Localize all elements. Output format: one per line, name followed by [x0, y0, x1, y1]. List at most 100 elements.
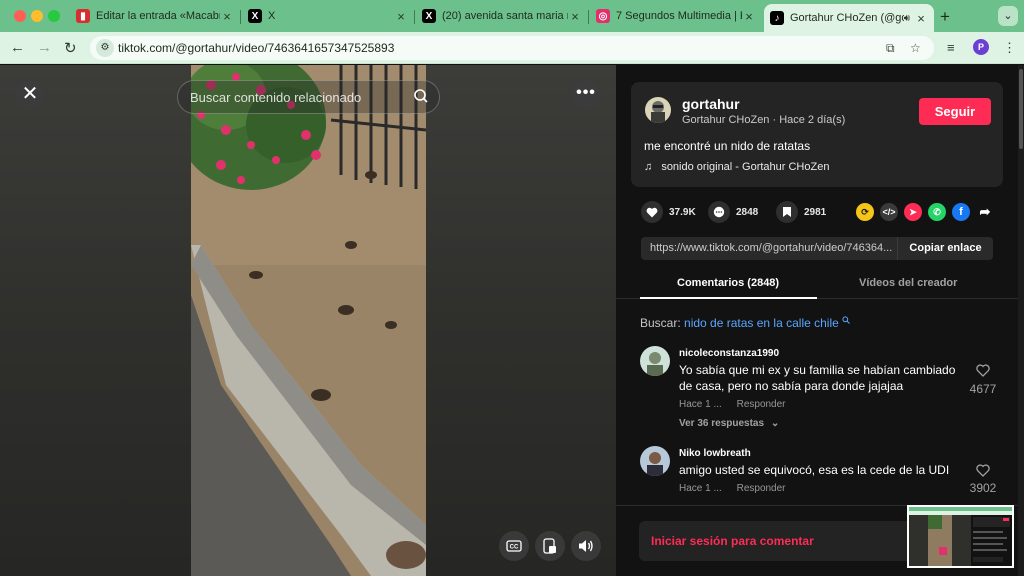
facebook-icon[interactable]: f [952, 203, 970, 221]
author-avatar[interactable] [645, 97, 671, 123]
macabro-favicon: ▮ [76, 9, 90, 23]
reply-button[interactable]: Responder [737, 399, 786, 410]
close-icon[interactable]: × [394, 9, 408, 24]
browser-toolbar: ← → ↻ ⚙ tiktok.com/@gortahur/video/74636… [0, 32, 1024, 64]
comment-like-count: 3902 [969, 481, 997, 495]
forward-arrow-icon[interactable]: → [37, 39, 52, 56]
embed-code-icon[interactable]: </> [880, 203, 898, 221]
video-link-box: https://www.tiktok.com/@gortahur/video/7… [641, 237, 993, 260]
volume-button[interactable] [571, 531, 601, 561]
screenshot-thumbnail-image [909, 507, 1012, 566]
comment-like-icon[interactable] [976, 464, 990, 478]
media-control-icon[interactable]: ≡ [947, 40, 955, 55]
tab-comments[interactable]: Comentarios (2848) [677, 277, 779, 289]
author-subtitle: Gortahur CHoZen · Hace 2 día(s) [682, 114, 846, 126]
x-favicon: X [422, 9, 436, 23]
share-arrow-icon[interactable]: ➦ [976, 203, 994, 221]
close-icon[interactable]: × [914, 11, 928, 26]
comment-count: 2848 [736, 207, 759, 218]
comment-icon [713, 206, 725, 218]
browser-tab-strip: ▮ Editar la entrada «Macabro l × X X × X… [0, 0, 1024, 32]
copy-link-button[interactable]: Copiar enlace [897, 237, 993, 260]
tab-search-button[interactable]: ⌄ [998, 6, 1018, 26]
video-description: me encontré un nido de ratatas [644, 139, 811, 153]
reload-icon[interactable]: ↻ [64, 39, 77, 57]
comment-like-count: 4677 [969, 382, 997, 396]
more-options-button[interactable]: ••• [571, 80, 601, 110]
close-icon[interactable]: × [568, 9, 582, 24]
search-label: Buscar: [640, 316, 681, 330]
close-icon[interactable]: × [220, 9, 234, 24]
screenshot-thumbnail[interactable] [907, 505, 1014, 568]
commenter-avatar[interactable] [640, 446, 670, 476]
window-maximize-button[interactable] [48, 10, 60, 22]
search-icon[interactable] [413, 88, 429, 109]
comment-like-icon[interactable] [976, 364, 990, 378]
comment-username[interactable]: nicoleconstanza1990 [679, 348, 779, 359]
search-placeholder: Buscar contenido relacionado [190, 90, 362, 105]
profile-avatar[interactable]: P [973, 39, 989, 55]
heart-icon [646, 207, 658, 217]
tab-title: 7 Segundos Multimedia | En [616, 10, 742, 22]
instagram-favicon: ◎ [596, 9, 610, 23]
comment-meta: Hace 1 ... Responder [679, 483, 798, 494]
speaker-icon[interactable]: 🔊︎ [904, 13, 910, 24]
video-frame-illustration [191, 65, 426, 576]
close-video-button[interactable]: ✕ [15, 80, 45, 110]
browser-tab-1[interactable]: ▮ Editar la entrada «Macabro l × [70, 4, 240, 28]
browser-tab-3[interactable]: X (20) avenida santa maria rat × [416, 4, 588, 28]
close-icon[interactable]: × [742, 9, 756, 24]
related-search-input[interactable]: Buscar contenido relacionado [177, 80, 440, 114]
address-bar[interactable]: ⚙ tiktok.com/@gortahur/video/74636416573… [90, 36, 934, 60]
x-favicon: X [248, 9, 262, 23]
comment-button[interactable] [708, 201, 730, 223]
login-to-comment-button[interactable]: Iniciar sesión para comentar [639, 521, 939, 561]
view-replies-label: Ver 36 respuestas [679, 418, 765, 429]
like-count: 37.9K [669, 207, 696, 218]
cast-icon[interactable]: ⧉ [886, 41, 895, 56]
view-replies-button[interactable]: Ver 36 respuestas ⌄ [679, 418, 779, 429]
site-settings-icon[interactable]: ⚙ [96, 39, 114, 57]
send-to-friends-icon[interactable]: ➤ [904, 203, 922, 221]
chevron-down-icon: ⌄ [770, 418, 780, 429]
bookmark-star-icon[interactable]: ☆ [910, 41, 921, 55]
video-player[interactable] [191, 65, 426, 576]
commenter-avatar[interactable] [640, 346, 670, 376]
music-note-icon: ♫ [644, 161, 653, 173]
browser-tab-4[interactable]: ◎ 7 Segundos Multimedia | En × [590, 4, 762, 28]
back-arrow-icon[interactable]: ← [10, 39, 25, 56]
browser-tab-5-active[interactable]: ♪ Gortahur CHoZen (@gor 🔊︎ × [764, 4, 934, 32]
follow-button[interactable]: Seguir [919, 98, 991, 125]
new-tab-button[interactable]: + [940, 7, 950, 27]
window-minimize-button[interactable] [31, 10, 43, 22]
comment-time: Hace 1 ... [679, 399, 722, 410]
whatsapp-icon[interactable]: ✆ [928, 203, 946, 221]
menu-dots-icon[interactable]: ⋮ [1003, 40, 1016, 56]
tab-creator-videos[interactable]: Vídeos del creador [859, 277, 957, 289]
tab-title: Editar la entrada «Macabro l [96, 10, 220, 22]
browser-tab-2[interactable]: X X × [242, 4, 414, 28]
sound-link[interactable]: ♫ sonido original - Gortahur CHoZen [644, 161, 829, 173]
window-close-button[interactable] [14, 10, 26, 22]
related-search-row: Buscar: nido de ratas en la calle chile [640, 316, 850, 330]
save-count: 2981 [804, 207, 827, 218]
captions-button[interactable]: CC [499, 531, 529, 561]
author-username[interactable]: gortahur [682, 96, 740, 112]
bookmark-icon [783, 207, 791, 217]
search-suggestion-link[interactable]: nido de ratas en la calle chile [684, 316, 839, 330]
active-tab-indicator [640, 297, 817, 299]
reply-button[interactable]: Responder [737, 483, 786, 494]
save-button[interactable] [776, 201, 798, 223]
comment-username[interactable]: Niko lowbreath [679, 448, 751, 459]
panel-scrollbar[interactable] [1018, 65, 1024, 576]
comment-meta: Hace 1 ... Responder [679, 399, 798, 410]
floating-player-button[interactable] [535, 531, 565, 561]
floating-player-icon [543, 538, 556, 554]
svg-text:CC: CC [510, 545, 519, 551]
like-button[interactable] [641, 201, 663, 223]
repost-icon[interactable]: ⟳ [856, 203, 874, 221]
video-link-text[interactable]: https://www.tiktok.com/@gortahur/video/7… [650, 242, 900, 254]
url-text[interactable]: tiktok.com/@gortahur/video/7463641657347… [118, 41, 394, 55]
comment-tabs: Comentarios (2848) Vídeos del creador [616, 268, 1018, 299]
tab-title: (20) avenida santa maria rat [442, 10, 568, 22]
